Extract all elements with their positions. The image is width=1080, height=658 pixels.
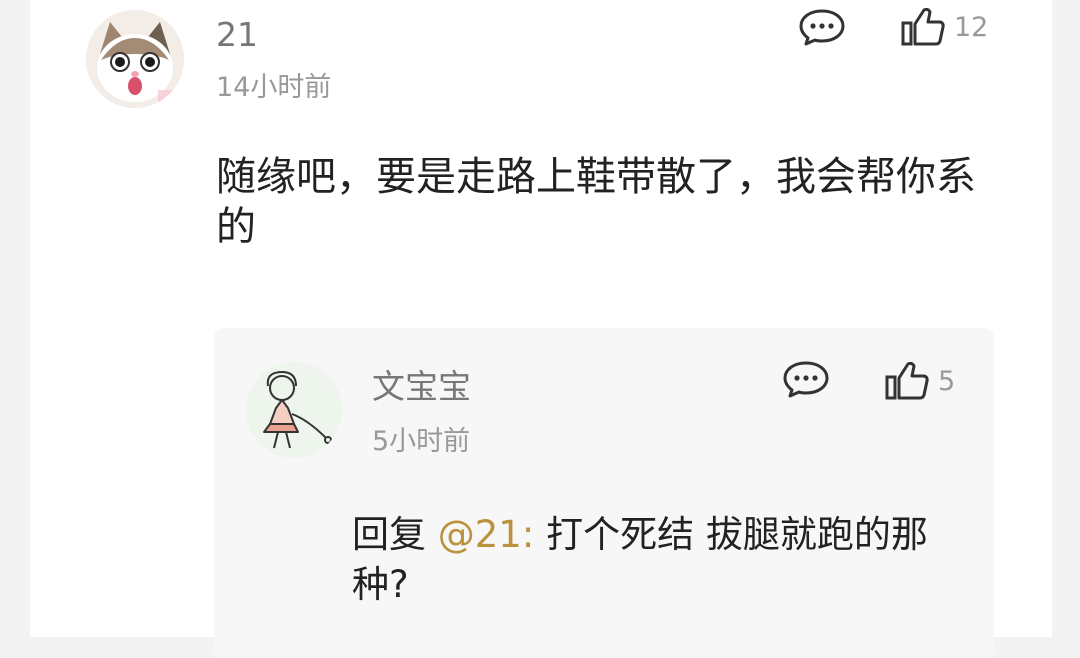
comment-bubble-icon (799, 9, 845, 46)
comment-card: 21 14小时前 12 随缘吧，要是走路上鞋带散了，我会帮你系的 文宝宝 5小时… (30, 0, 1052, 658)
reply-user-avatar[interactable] (246, 362, 342, 458)
comment-like-button[interactable]: 12 (900, 6, 988, 48)
comment-bubble-icon (783, 361, 829, 398)
comment-reply-button[interactable] (798, 8, 846, 46)
reply-prefix: 回复 (352, 513, 426, 556)
user-avatar[interactable] (86, 10, 184, 108)
comment-timestamp: 14小时前 (216, 72, 332, 103)
girl-sketch-avatar-icon (246, 362, 342, 458)
reply-mention-link[interactable]: @21: (438, 513, 535, 556)
reply-like-button[interactable]: 5 (884, 360, 955, 402)
reply-like-count: 5 (938, 365, 956, 397)
comment-like-count: 12 (954, 11, 989, 43)
comment-body: 随缘吧，要是走路上鞋带散了，我会帮你系的 (216, 154, 976, 250)
thumbs-up-icon (901, 7, 945, 46)
reply-username[interactable]: 文宝宝 (372, 370, 471, 403)
reply-timestamp: 5小时前 (372, 426, 471, 457)
cat-avatar-icon (86, 10, 184, 108)
reply-reply-button[interactable] (782, 360, 830, 398)
comment-username[interactable]: 21 (216, 18, 258, 51)
reply-body: 回复 @21: 打个死结 拔腿就跑的那种? (352, 510, 962, 610)
thumbs-up-icon (885, 361, 929, 400)
